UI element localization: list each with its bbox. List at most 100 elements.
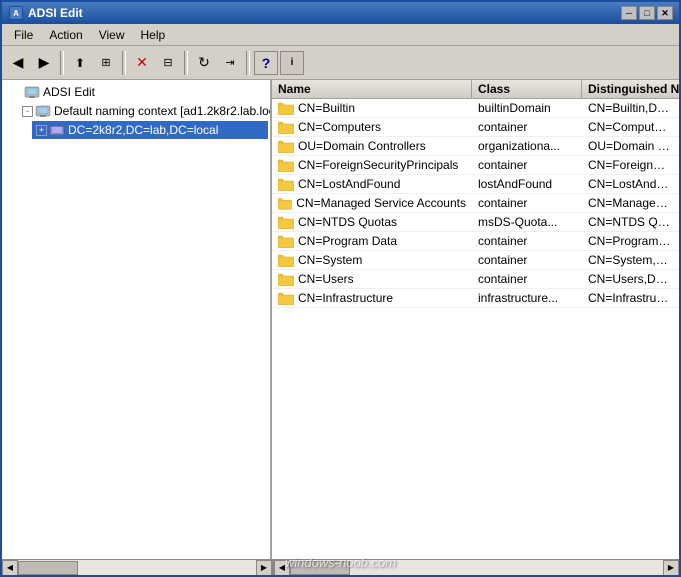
list-item-name: CN=LostAndFound xyxy=(298,177,400,191)
list-item-dn: OU=Domain Controllers... xyxy=(582,137,679,155)
toolbar-separator-1 xyxy=(60,51,64,75)
window-controls[interactable]: ─ □ ✕ xyxy=(621,6,673,20)
about-button[interactable]: i xyxy=(280,51,304,75)
back-button[interactable]: ◀ xyxy=(6,51,30,75)
list-header: Name Class Distinguished Name xyxy=(272,80,679,99)
folder-icon xyxy=(278,120,294,134)
list-item-class: lostAndFound xyxy=(472,175,582,193)
scroll-left-arrow[interactable]: ◀ xyxy=(2,560,18,576)
list-item-dn: CN=System,DC=2k8r2,... xyxy=(582,251,679,269)
tree-naming-expand[interactable]: - xyxy=(22,106,33,117)
right-scroll-thumb[interactable] xyxy=(290,561,350,575)
list-item[interactable]: OU=Domain Controllers organizationa...OU=… xyxy=(272,137,679,156)
toolbar-separator-4 xyxy=(246,51,250,75)
delete-button[interactable]: ✕ xyxy=(130,51,154,75)
tree-root-icon xyxy=(24,84,40,100)
tree-naming-context: - Default naming context [ad1.2k8r2.lab.… xyxy=(4,101,268,141)
list-item[interactable]: CN=NTDS QuotasmsDS-Quota...CN=NTDS Quota… xyxy=(272,213,679,232)
scroll-left-arrow-right[interactable]: ◀ xyxy=(274,560,290,576)
window-title: ADSI Edit xyxy=(28,6,621,20)
main-window: A ADSI Edit ─ □ ✕ File Action View Help … xyxy=(0,0,681,577)
list-item-name: CN=Builtin xyxy=(298,101,355,115)
tree-dc-row[interactable]: + DC=2k8r2,DC=lab,DC=local xyxy=(32,121,268,139)
tree-root-label: ADSI Edit xyxy=(43,85,95,99)
list-item-class: infrastructure... xyxy=(472,289,582,307)
toolbar-separator-3 xyxy=(184,51,188,75)
toolbar: ◀ ▶ ⬆ ⊞ ✕ ⊟ ↻ ⇥ ? i xyxy=(2,46,679,80)
main-content: ADSI Edit - Default naming cont xyxy=(2,80,679,559)
forward-button[interactable]: ▶ xyxy=(32,51,56,75)
help-button[interactable]: ? xyxy=(254,51,278,75)
close-button[interactable]: ✕ xyxy=(657,6,673,20)
list-item-class: container xyxy=(472,156,582,174)
refresh-button[interactable]: ↻ xyxy=(192,51,216,75)
list-item[interactable]: CN=Managed Service AccountscontainerCN=M… xyxy=(272,194,679,213)
tree-pane[interactable]: ADSI Edit - Default naming cont xyxy=(2,80,272,559)
list-item[interactable]: CN=ComputerscontainerCN=Computers,DC=2k8… xyxy=(272,118,679,137)
tree-root-expand[interactable] xyxy=(8,85,22,99)
tree-dc-expand[interactable]: + xyxy=(36,125,47,136)
list-item-dn: CN=Users,DC=2k8r2,DC... xyxy=(582,270,679,288)
tree-dc-node: + DC=2k8r2,DC=lab,DC=local xyxy=(18,120,268,140)
col-header-name[interactable]: Name xyxy=(272,80,472,98)
scroll-right-arrow-left[interactable]: ▶ xyxy=(256,560,272,576)
minimize-button[interactable]: ─ xyxy=(621,6,637,20)
tree-naming-context-row[interactable]: - Default naming context [ad1.2k8r2.lab.… xyxy=(18,102,268,120)
list-item-dn: CN=ForeignSecurityPrin... xyxy=(582,156,679,174)
folder-icon xyxy=(278,215,294,229)
list-item-class: builtinDomain xyxy=(472,99,582,117)
menu-help[interactable]: Help xyxy=(133,26,174,44)
tree-root-row[interactable]: ADSI Edit xyxy=(4,83,268,101)
list-item-dn: CN=Infrastructure,DC=... xyxy=(582,289,679,307)
list-item-dn: CN=NTDS Quotas,DC=... xyxy=(582,213,679,231)
list-item[interactable]: CN=UserscontainerCN=Users,DC=2k8r2,DC... xyxy=(272,270,679,289)
menu-bar: File Action View Help xyxy=(2,24,679,46)
list-item-name: CN=System xyxy=(298,253,362,267)
list-item-name: OU=Domain Controllers xyxy=(298,139,426,153)
left-scroll-track[interactable] xyxy=(18,560,256,576)
list-item[interactable]: CN=Program DatacontainerCN=Program Data,… xyxy=(272,232,679,251)
list-item[interactable]: CN=Infrastructureinfrastructure...CN=Inf… xyxy=(272,289,679,308)
folder-icon xyxy=(278,196,292,210)
menu-view[interactable]: View xyxy=(91,26,133,44)
properties-button[interactable]: ⊟ xyxy=(156,51,180,75)
list-item-name: CN=NTDS Quotas xyxy=(298,215,397,229)
list-item-class: container xyxy=(472,270,582,288)
left-scroll-area: ◀ ▶ xyxy=(2,560,272,575)
tree-root: ADSI Edit - Default naming cont xyxy=(4,82,268,142)
list-item-dn: CN=Program Data,DC=... xyxy=(582,232,679,250)
col-header-class[interactable]: Class xyxy=(472,80,582,98)
list-item[interactable]: CN=Builtin builtinDomainCN=Builtin,DC=2k8… xyxy=(272,99,679,118)
col-header-dn[interactable]: Distinguished Name xyxy=(582,80,679,98)
folder-icon xyxy=(278,272,294,286)
menu-action[interactable]: Action xyxy=(41,26,90,44)
tree-naming-icon xyxy=(35,103,51,119)
folder-icon xyxy=(278,253,294,267)
list-item[interactable]: CN=System containerCN=System,DC=2k8r2,... xyxy=(272,251,679,270)
export-button[interactable]: ⇥ xyxy=(218,51,242,75)
list-item-class: container xyxy=(472,232,582,250)
up-button[interactable]: ⬆ xyxy=(68,51,92,75)
list-rows-container: CN=Builtin builtinDomainCN=Builtin,DC=2k8… xyxy=(272,99,679,308)
maximize-button[interactable]: □ xyxy=(639,6,655,20)
list-item[interactable]: CN=LostAndFoundlostAndFoundCN=LostAndFou… xyxy=(272,175,679,194)
folder-icon xyxy=(278,177,294,191)
scroll-right-arrow-right[interactable]: ▶ xyxy=(663,560,679,576)
list-item-class: organizationa... xyxy=(472,137,582,155)
right-scroll-track[interactable] xyxy=(290,560,663,576)
list-item-name: CN=Computers xyxy=(298,120,381,134)
list-pane[interactable]: Name Class Distinguished Name CN=Builtin… xyxy=(272,80,679,559)
list-item-class: container xyxy=(472,251,582,269)
tree-dc-icon xyxy=(49,122,65,138)
list-item[interactable]: CN=ForeignSecurityPrincipalscontainerCN=… xyxy=(272,156,679,175)
list-item-name: CN=Managed Service Accounts xyxy=(296,196,466,210)
left-scroll-thumb[interactable] xyxy=(18,561,78,575)
folder-icon xyxy=(278,139,294,153)
show-hide-button[interactable]: ⊞ xyxy=(94,51,118,75)
scrollbar-area: ◀ ▶ ◀ ▶ xyxy=(2,559,679,575)
folder-icon xyxy=(278,234,294,248)
menu-file[interactable]: File xyxy=(6,26,41,44)
list-item-dn: CN=Builtin,DC=2k8r2,D... xyxy=(582,99,679,117)
list-item-dn: CN=Managed Service A... xyxy=(582,194,679,212)
list-item-dn: CN=Computers,DC=2k8... xyxy=(582,118,679,136)
